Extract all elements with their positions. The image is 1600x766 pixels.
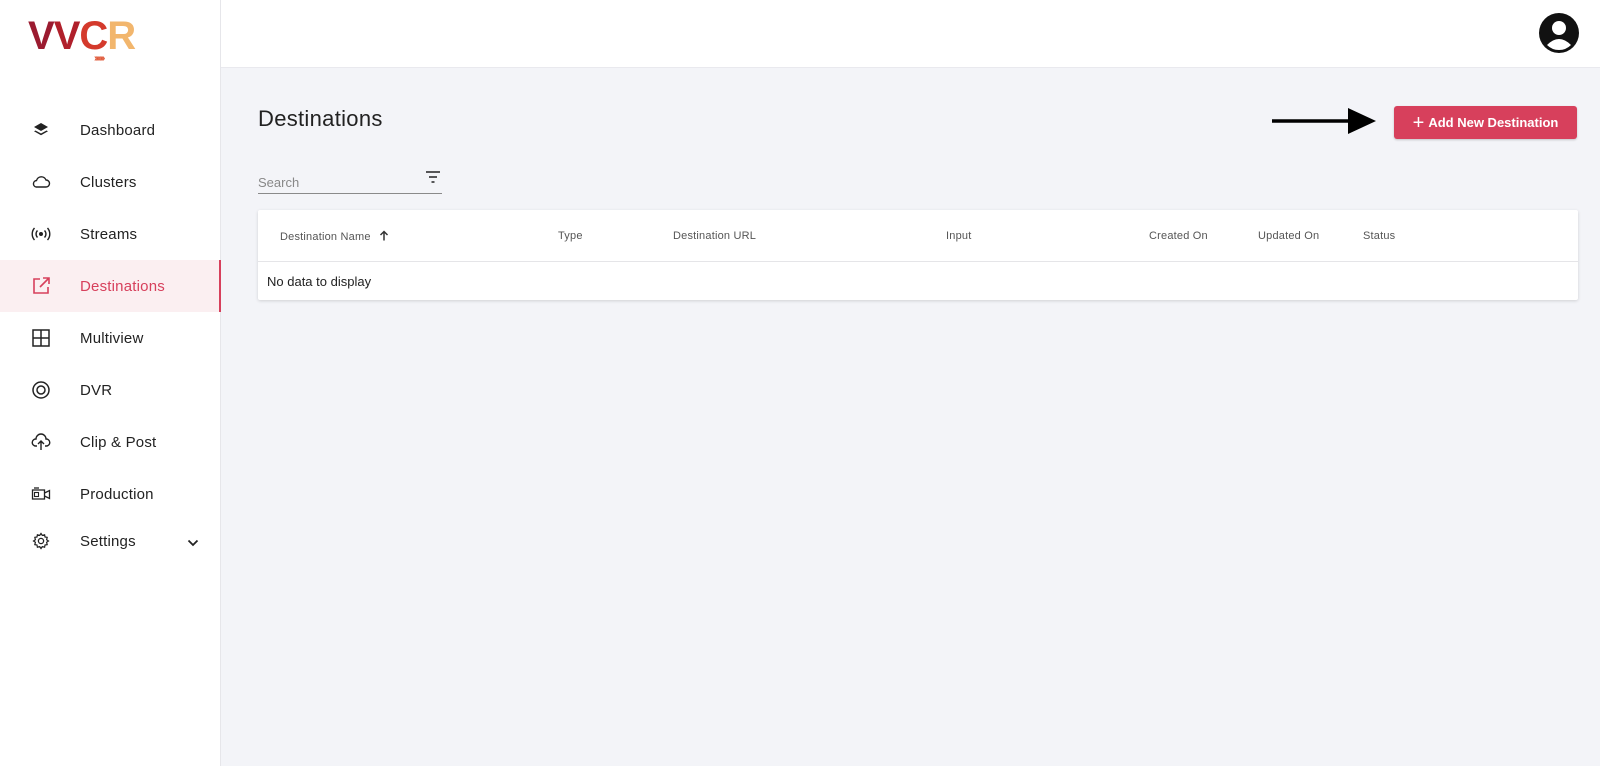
sidebar-item-label: DVR (80, 381, 113, 399)
empty-table-message: No data to display (267, 274, 372, 289)
arrow-right-icon (1272, 106, 1378, 136)
add-button-label: Add New Destination (1428, 115, 1559, 130)
sidebar-item-dashboard[interactable]: Dashboard (0, 104, 221, 156)
sidebar-item-label: Clip & Post (80, 433, 157, 451)
sidebar-item-settings[interactable]: Settings (0, 520, 221, 562)
layers-icon (30, 119, 52, 141)
camera-icon (30, 483, 52, 505)
gear-icon (30, 530, 52, 552)
sidebar-nav: Dashboard Clusters Streams Destinations … (0, 104, 221, 562)
page-title: Destinations (258, 106, 383, 131)
table-header: Destination Name Type Destination URL In… (258, 210, 1578, 262)
user-avatar-icon[interactable] (1538, 12, 1580, 54)
logo-chevrons: ››››››› (94, 53, 105, 64)
search-input[interactable] (258, 166, 408, 192)
column-header-destination-url[interactable]: Destination URL (673, 230, 756, 242)
sidebar-item-label: Production (80, 485, 154, 503)
sidebar-item-clusters[interactable]: Clusters (0, 156, 221, 208)
search-field (258, 166, 442, 194)
column-header-input[interactable]: Input (946, 230, 971, 242)
sidebar-item-multiview[interactable]: Multiview (0, 312, 221, 364)
sidebar-item-destinations[interactable]: Destinations (0, 260, 221, 312)
add-new-destination-button[interactable]: + Add New Destination (1394, 106, 1577, 139)
column-header-created-on[interactable]: Created On (1149, 230, 1208, 242)
sidebar-item-clip-post[interactable]: Clip & Post (0, 416, 221, 468)
vvcr-logo[interactable]: VVCR ››››››› (28, 16, 138, 66)
sidebar-item-label: Settings (80, 532, 136, 550)
sidebar-item-streams[interactable]: Streams (0, 208, 221, 260)
sidebar-item-dvr[interactable]: DVR (0, 364, 221, 416)
column-header-updated-on[interactable]: Updated On (1258, 230, 1319, 242)
column-header-type[interactable]: Type (558, 230, 583, 242)
plus-icon: + (1412, 111, 1425, 134)
top-bar (221, 0, 1600, 68)
sidebar-item-label: Clusters (80, 173, 137, 191)
sidebar-item-label: Destinations (80, 277, 165, 295)
filter-icon[interactable] (424, 168, 442, 186)
column-header-status[interactable]: Status (1363, 230, 1395, 242)
logo-text: VVCR (28, 14, 136, 58)
sort-ascending-icon (379, 230, 388, 241)
cloud-icon (30, 171, 52, 193)
destinations-table: Destination Name Type Destination URL In… (258, 210, 1578, 300)
broadcast-icon (30, 223, 52, 245)
cloud-upload-icon (30, 431, 52, 453)
sidebar-item-label: Multiview (80, 329, 144, 347)
record-icon (30, 379, 52, 401)
column-header-destination-name[interactable]: Destination Name (280, 230, 389, 243)
sidebar-item-label: Streams (80, 225, 138, 243)
chevron-down-icon[interactable] (187, 534, 199, 552)
grid-icon (30, 327, 52, 349)
sidebar-item-production[interactable]: Production (0, 468, 221, 520)
sidebar: VVCR ››››››› Dashboard Clusters Streams (0, 0, 221, 766)
external-link-icon (30, 275, 52, 297)
sidebar-item-label: Dashboard (80, 121, 156, 139)
